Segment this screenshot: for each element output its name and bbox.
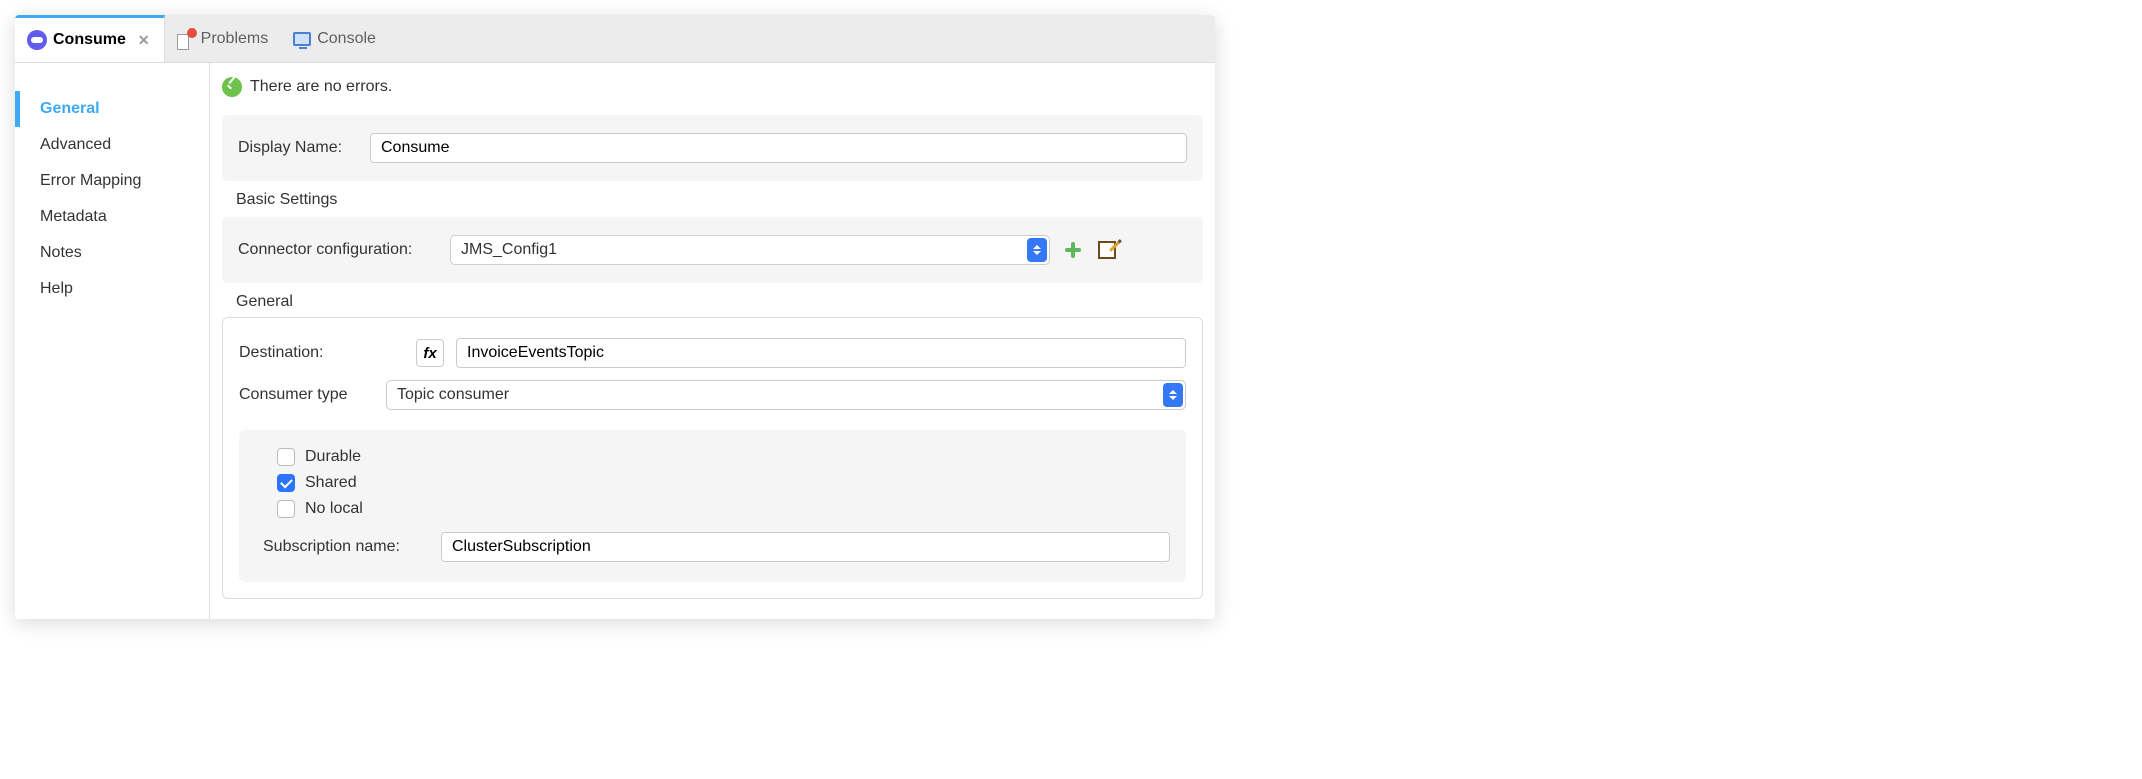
connector-config-select[interactable]: JMS_Config1 <box>450 235 1050 265</box>
sidebar-item-label: Advanced <box>40 136 111 153</box>
durable-checkbox[interactable] <box>277 448 295 466</box>
sidebar-item-general[interactable]: General <box>15 91 209 127</box>
content: There are no errors. Display Name: Basic… <box>210 63 1215 619</box>
status-bar: There are no errors. <box>210 63 1215 107</box>
status-message: There are no errors. <box>250 78 392 96</box>
tab-consume[interactable]: Consume ✕ <box>15 15 165 62</box>
add-config-button[interactable] <box>1062 239 1084 261</box>
consume-icon <box>27 30 47 50</box>
durable-label: Durable <box>305 448 361 466</box>
expression-button[interactable]: fx <box>416 339 444 367</box>
display-name-panel: Display Name: <box>222 115 1203 181</box>
chevron-updown-icon <box>1163 383 1183 407</box>
sidebar-item-label: Error Mapping <box>40 172 141 189</box>
shared-row: Shared <box>255 470 1170 496</box>
close-icon[interactable]: ✕ <box>136 32 152 49</box>
consumer-type-select[interactable]: Topic consumer <box>386 380 1186 410</box>
consumer-type-label: Consumer type <box>239 386 374 404</box>
connector-config-label: Connector configuration: <box>238 241 438 259</box>
destination-label: Destination: <box>239 344 404 362</box>
pencil-edit-icon <box>1098 241 1116 259</box>
sidebar-item-label: Notes <box>40 244 82 261</box>
nolocal-label: No local <box>305 500 363 518</box>
nolocal-checkbox[interactable] <box>277 500 295 518</box>
subscription-name-label: Subscription name: <box>259 538 429 556</box>
durable-row: Durable <box>255 444 1170 470</box>
sidebar-item-label: Help <box>40 280 73 297</box>
basic-settings-title: Basic Settings <box>236 191 1215 209</box>
basic-settings-panel: Connector configuration: JMS_Config1 <box>222 217 1203 283</box>
sidebar-item-metadata[interactable]: Metadata <box>15 199 209 235</box>
shared-checkbox[interactable] <box>277 474 295 492</box>
sidebar-item-error-mapping[interactable]: Error Mapping <box>15 163 209 199</box>
sidebar-item-help[interactable]: Help <box>15 271 209 307</box>
tab-consume-label: Consume <box>53 31 126 49</box>
general-section-title: General <box>236 293 1215 311</box>
general-fieldset: Destination: fx Consumer type Topic cons… <box>222 317 1203 599</box>
sidebar-item-notes[interactable]: Notes <box>15 235 209 271</box>
console-icon <box>293 32 311 46</box>
sidebar-item-label: Metadata <box>40 208 107 225</box>
connector-config-value: JMS_Config1 <box>461 241 557 259</box>
tab-bar: Consume ✕ Problems Console <box>15 15 1215 63</box>
main: General Advanced Error Mapping Metadata … <box>15 63 1215 619</box>
consumer-type-value: Topic consumer <box>397 386 509 404</box>
sidebar-item-label: General <box>40 100 100 117</box>
shared-label: Shared <box>305 474 357 492</box>
tab-problems-label: Problems <box>201 30 269 48</box>
tab-console[interactable]: Console <box>281 15 389 62</box>
topic-options-panel: Durable Shared No local Subscription nam… <box>239 430 1186 582</box>
display-name-input[interactable] <box>370 133 1187 163</box>
chevron-updown-icon <box>1027 238 1047 262</box>
display-name-label: Display Name: <box>238 139 358 157</box>
edit-config-button[interactable] <box>1096 239 1118 261</box>
ok-check-icon <box>222 77 242 97</box>
destination-input[interactable] <box>456 338 1186 368</box>
app-window: Consume ✕ Problems Console General Advan… <box>15 15 1215 619</box>
tab-console-label: Console <box>317 30 376 48</box>
sidebar: General Advanced Error Mapping Metadata … <box>15 63 210 619</box>
problems-icon <box>177 30 195 48</box>
sidebar-item-advanced[interactable]: Advanced <box>15 127 209 163</box>
tab-problems[interactable]: Problems <box>165 15 282 62</box>
nolocal-row: No local <box>255 496 1170 522</box>
subscription-name-input[interactable] <box>441 532 1170 562</box>
plus-icon <box>1064 241 1082 259</box>
